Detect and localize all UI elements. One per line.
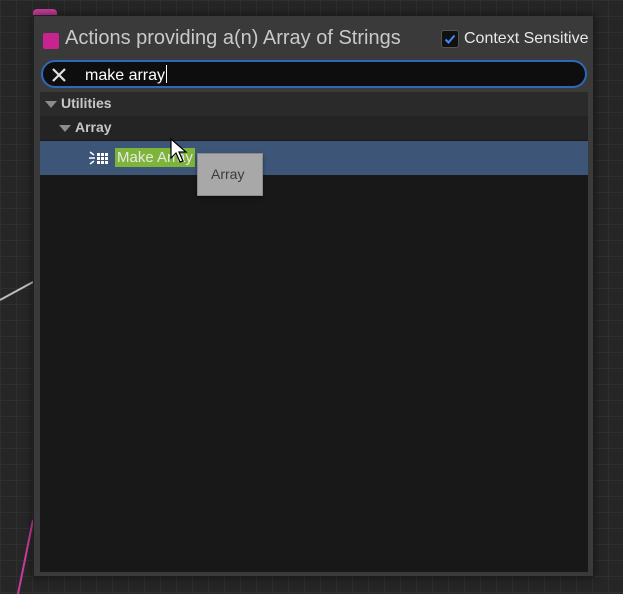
tooltip: Array	[197, 153, 263, 196]
context-sensitive-checkbox[interactable]	[441, 30, 459, 48]
checkmark-icon	[444, 34, 456, 44]
expand-arrow-icon[interactable]	[59, 125, 71, 132]
tree-item-make-array[interactable]: Make Array	[40, 141, 588, 175]
text-caret	[166, 65, 168, 83]
mouse-cursor-icon	[170, 138, 188, 163]
action-menu: Actions providing a(n) Array of Strings …	[33, 15, 594, 577]
action-menu-title: Actions providing a(n) Array of Strings	[65, 27, 401, 49]
search-input[interactable]: make array	[41, 60, 587, 88]
tree-category-utilities[interactable]: Utilities	[40, 92, 588, 116]
clear-search-icon[interactable]	[49, 65, 69, 85]
search-value[interactable]: make array	[85, 65, 168, 85]
category-label: Array	[75, 119, 112, 135]
context-sensitive-label[interactable]: Context Sensitive	[464, 30, 593, 48]
array-pin-icon	[43, 33, 59, 49]
category-label: Utilities	[61, 95, 112, 111]
tree-category-array[interactable]: Array	[40, 116, 588, 140]
action-menu-header: Actions providing a(n) Array of Strings …	[34, 16, 593, 58]
action-tree[interactable]: Utilities Array Make Array	[40, 92, 588, 572]
expand-arrow-icon[interactable]	[45, 101, 57, 108]
make-array-node-icon	[89, 151, 108, 165]
tooltip-text: Array	[211, 166, 245, 182]
